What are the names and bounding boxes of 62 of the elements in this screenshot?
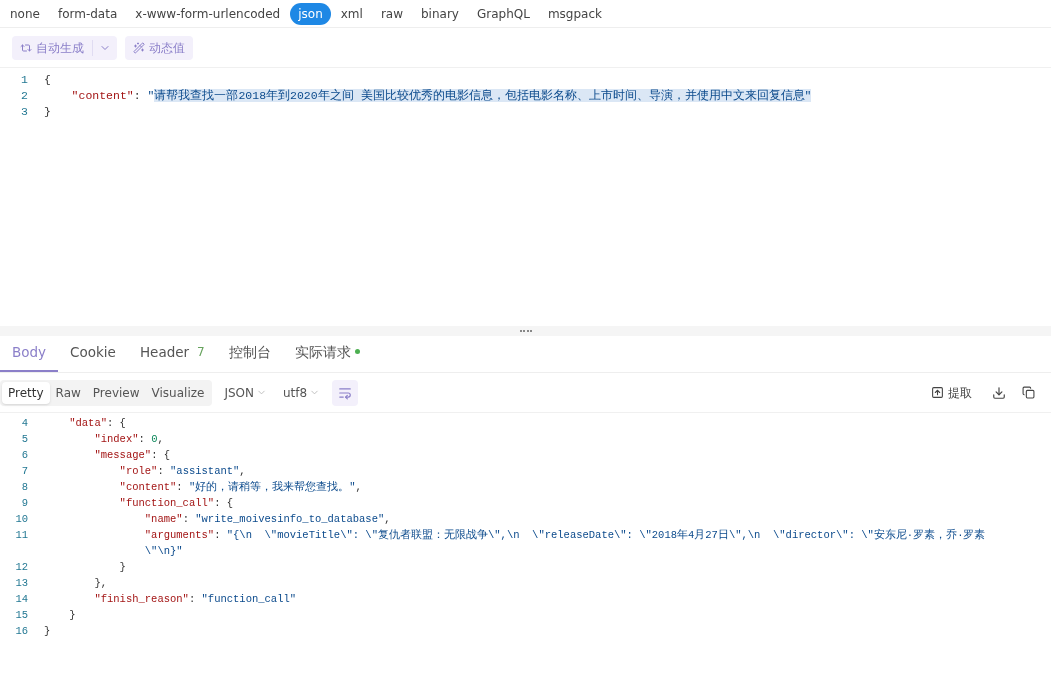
extract-icon	[931, 386, 944, 399]
extract-button[interactable]: 提取	[931, 383, 972, 402]
code-line: "content": "请帮我查找一部2018年到2020年之间 美国比较优秀的电影信息，包括电影名称、上市时间、导演，并使用中文来回复信息"	[70, 88, 812, 104]
code-line: },	[93, 576, 107, 591]
body-type-tab[interactable]: json	[290, 2, 331, 25]
line-number: 6	[20, 448, 28, 463]
wrap-toggle-button[interactable]	[332, 379, 359, 406]
code-line: "message": {	[93, 448, 171, 463]
line-number: 9	[20, 496, 28, 511]
code-line: }	[118, 560, 126, 575]
line-number: 11	[14, 528, 28, 543]
view-mode-tab[interactable]: Visualize	[145, 381, 211, 404]
repeat-icon	[20, 41, 32, 54]
view-mode-tab[interactable]: Preview	[86, 381, 146, 404]
line-number: 15	[14, 608, 28, 623]
line-number: 5	[20, 432, 28, 447]
body-type-tab[interactable]: xml	[332, 2, 371, 25]
code-line: "arguments": "{\n \"movieTitle\": \"复仇者联盟：无限战争\",\n \"releaseDate\": \"2018年4月27日\",\n \"director\": \"安东尼·罗素，乔·罗素	[143, 527, 986, 543]
code-line: }	[44, 104, 51, 120]
code-line: }	[68, 608, 76, 623]
format-select[interactable]: JSON	[224, 383, 267, 402]
line-number: 13	[14, 576, 28, 591]
response-tab[interactable]: Header 7	[127, 341, 217, 372]
response-tab[interactable]: Cookie	[58, 341, 128, 372]
code-line: "content": "好的，请稍等，我来帮您查找。",	[118, 480, 362, 495]
body-type-tab[interactable]: raw	[372, 2, 411, 25]
code-line: }	[44, 624, 51, 639]
response-tab[interactable]: Body	[0, 341, 59, 372]
body-type-tab[interactable]: x-www-form-urlencoded	[127, 2, 289, 25]
line-number: 7	[20, 464, 28, 479]
line-number: 4	[20, 416, 28, 431]
splitter-handle-icon[interactable]	[519, 329, 532, 333]
code-line: "function_call": {	[118, 496, 234, 511]
code-line: \"\n}"	[143, 544, 183, 559]
line-number: 1	[20, 72, 28, 88]
body-type-tab[interactable]: msgpack	[539, 2, 610, 25]
line-number: 12	[14, 560, 28, 575]
body-type-tab[interactable]: none	[2, 2, 48, 25]
code-line: "name": "write_moivesinfo_to_database",	[143, 512, 391, 527]
line-number: 16	[14, 624, 28, 639]
line-number: 8	[20, 480, 28, 495]
view-mode-tab[interactable]: Pretty	[2, 381, 50, 404]
code-line: "finish_reason": "function_call"	[93, 592, 297, 607]
body-type-tab[interactable]: form-data	[49, 2, 126, 25]
code-line: "index": 0,	[93, 432, 164, 447]
body-type-tab[interactable]: GraphQL	[468, 2, 538, 25]
code-line: "data": {	[68, 416, 126, 431]
copy-icon[interactable]	[1022, 386, 1035, 399]
response-tab[interactable]: 实际请求	[282, 341, 372, 372]
line-number: 3	[20, 104, 28, 120]
code-line: {	[44, 72, 51, 88]
line-number: 14	[14, 592, 28, 607]
code-line: "role": "assistant",	[118, 464, 246, 479]
body-type-tab[interactable]: binary	[413, 2, 467, 25]
wand-icon	[133, 41, 145, 54]
line-number: 2	[20, 88, 28, 104]
wrap-icon	[338, 385, 353, 400]
view-mode-tab[interactable]: Raw	[49, 381, 87, 404]
response-tab[interactable]: 控制台	[216, 341, 283, 372]
encoding-select[interactable]: utf8	[283, 383, 321, 402]
line-number: 10	[14, 512, 28, 527]
download-icon[interactable]	[992, 385, 1006, 400]
